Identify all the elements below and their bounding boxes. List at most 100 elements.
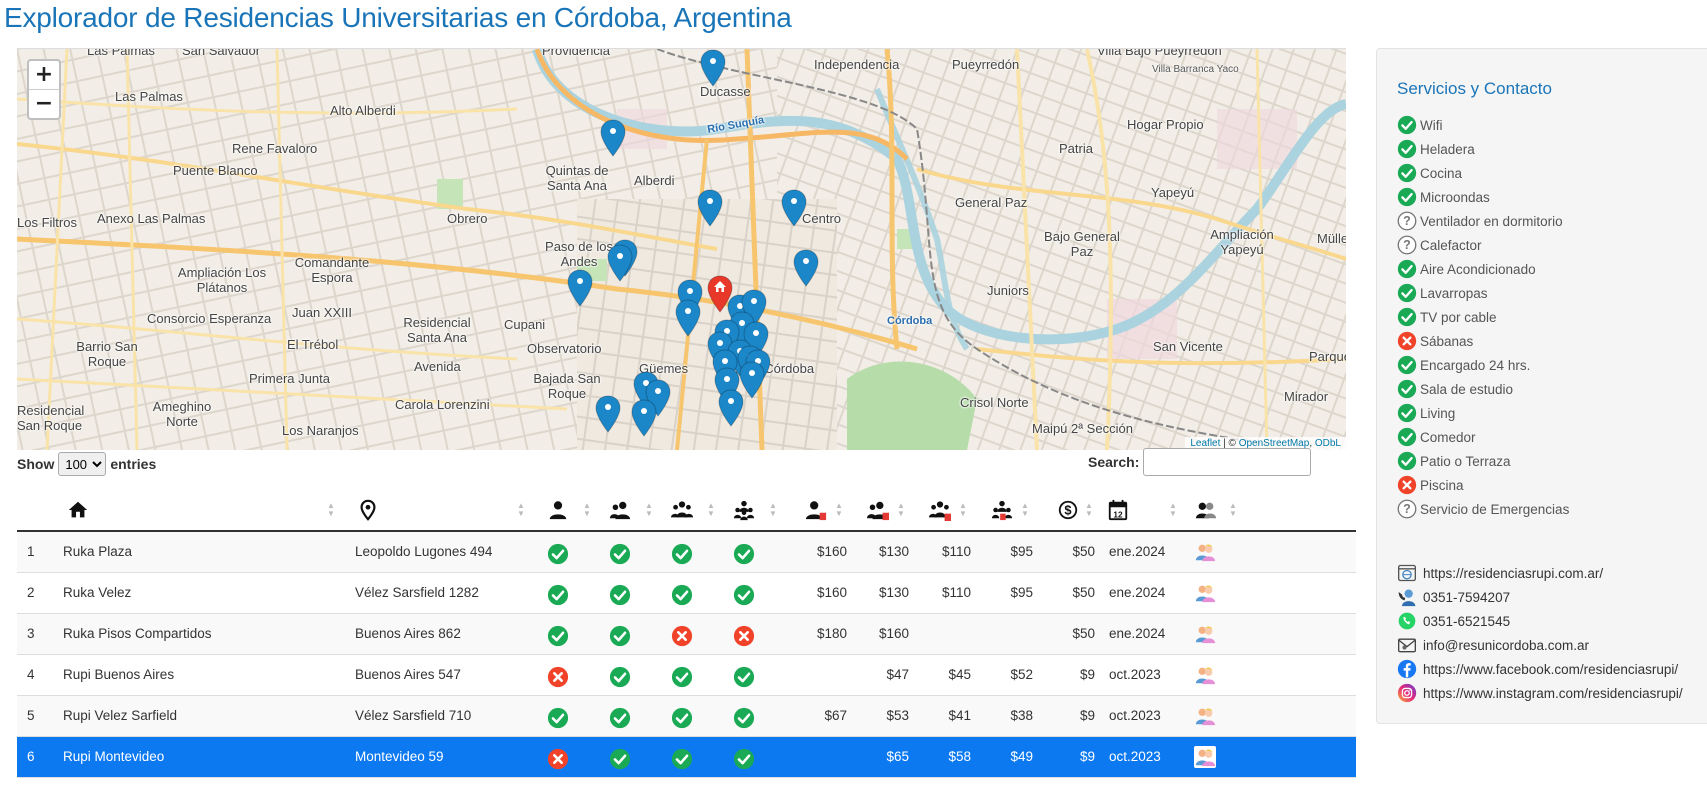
sort-arrows-icon[interactable]: ▲ ▼ xyxy=(327,502,335,520)
price-cell: $110 xyxy=(941,585,971,600)
table-row[interactable]: 5 Rupi Velez Sarfield Vélez Sarsfield 710 $… xyxy=(17,696,1356,737)
location-marker-icon[interactable] xyxy=(700,49,726,87)
sort-arrows-icon[interactable]: ▲ ▼ xyxy=(583,502,591,520)
map-label: Ampliación Yapeyú xyxy=(1210,227,1274,257)
location-marker-icon[interactable] xyxy=(631,399,657,437)
availability-cell xyxy=(671,655,693,695)
availability-cell xyxy=(733,614,755,654)
location-marker-icon[interactable] xyxy=(595,395,621,433)
entries-select[interactable]: 100 xyxy=(58,452,107,476)
location-marker-icon[interactable] xyxy=(675,299,701,337)
header-address[interactable] xyxy=(357,490,379,530)
search-label: Search: xyxy=(1088,454,1140,470)
price-cell: $9 xyxy=(1079,708,1095,723)
table-row[interactable]: 4 Rupi Buenos Aires Buenos Aires 547 $47 $45… xyxy=(17,655,1356,696)
availability-cell xyxy=(733,532,755,572)
header-double[interactable] xyxy=(609,490,631,530)
table-row[interactable]: 3 Ruka Pisos Compartidos Buenos Aires 862 $… xyxy=(17,614,1356,655)
map-tiles[interactable] xyxy=(17,49,1346,450)
availability-cell xyxy=(733,696,755,736)
location-marker-icon[interactable] xyxy=(600,119,626,157)
odbl-link[interactable]: ODbL xyxy=(1315,438,1341,449)
location-marker-icon[interactable] xyxy=(718,389,744,427)
location-marker-icon[interactable] xyxy=(697,189,723,227)
header-price-single[interactable] xyxy=(805,490,827,530)
service-label: Piscina xyxy=(1420,477,1464,493)
header-price-triple[interactable] xyxy=(929,490,951,530)
sort-arrows-icon[interactable]: ▲ ▼ xyxy=(835,502,843,520)
header-triple[interactable] xyxy=(671,490,693,530)
location-marker-icon[interactable] xyxy=(781,189,807,227)
check-icon xyxy=(609,664,631,688)
service-label: Calefactor xyxy=(1420,237,1482,253)
sort-arrows-icon[interactable]: ▲ ▼ xyxy=(645,502,653,520)
service-label: Comedor xyxy=(1420,429,1476,445)
location-marker-icon[interactable] xyxy=(607,244,633,282)
sort-arrows-icon[interactable]: ▲ ▼ xyxy=(1021,502,1029,520)
service-label: Microondas xyxy=(1420,189,1490,205)
contact-text[interactable]: https://residenciasrupi.com.ar/ xyxy=(1423,566,1603,581)
contact-avatar-icon[interactable] xyxy=(1194,582,1216,604)
contact-avatar-icon[interactable] xyxy=(1194,623,1216,645)
sort-arrows-icon[interactable]: ▲ ▼ xyxy=(897,502,905,520)
header-contact[interactable] xyxy=(1195,490,1217,530)
contact-avatar-icon[interactable] xyxy=(1194,664,1216,686)
check-icon xyxy=(609,623,631,647)
price-cell: $95 xyxy=(1010,585,1033,600)
map[interactable]: Las Palmas San Salvador Providencia Inde… xyxy=(17,48,1346,450)
header-updated[interactable]: 12 xyxy=(1107,490,1129,530)
search-input[interactable] xyxy=(1143,448,1312,476)
header-price-quadruple[interactable] xyxy=(991,490,1013,530)
sort-arrows-icon[interactable]: ▲ ▼ xyxy=(517,502,525,520)
service-label: Sala de estudio xyxy=(1420,381,1514,397)
service-label: Cocina xyxy=(1420,165,1463,181)
contact-text[interactable]: 0351-6521545 xyxy=(1423,614,1510,629)
table-row[interactable]: 6 Rupi Montevideo Montevideo 59 $65 $58 $49 $9… xyxy=(17,737,1356,778)
map-label: Comandante Espora xyxy=(294,255,370,285)
sort-arrows-icon[interactable]: ▲ ▼ xyxy=(959,502,967,520)
contact-avatar-icon[interactable] xyxy=(1194,746,1216,768)
updated-date: oct.2023 xyxy=(1109,749,1161,764)
header-name[interactable] xyxy=(67,490,89,530)
sort-arrows-icon[interactable]: ▲ ▼ xyxy=(1169,502,1177,520)
header-price-double[interactable] xyxy=(867,490,889,530)
header-fee[interactable]: $ xyxy=(1057,490,1079,530)
service-item: ? Servicio de Emergencias xyxy=(1397,497,1569,521)
table-row[interactable]: 2 Ruka Velez Vélez Sarsfield 1282 $160 $130 $… xyxy=(17,573,1356,614)
header-single[interactable] xyxy=(547,490,569,530)
contact-item[interactable]: https://www.instagram.com/residenciasrup… xyxy=(1397,681,1683,705)
sort-arrows-icon[interactable]: ▲ ▼ xyxy=(1229,502,1237,520)
residences-table: $ 12 ▲ ▼ ▲ ▼ ▲ ▼ ▲ ▼ ▲ ▼ ▲ ▼ ▲ ▼ ▲ ▼ ▲ ▼ ▲ ▼ ▲ ▼ ▲ ▼… xyxy=(17,490,1356,778)
cross-icon xyxy=(547,664,569,688)
contact-avatar-icon[interactable] xyxy=(1194,541,1216,563)
home-marker-icon[interactable] xyxy=(707,275,733,313)
service-item: ? Ventilador en dormitorio xyxy=(1397,209,1569,233)
contact-item[interactable]: info@resunicordoba.com.ar xyxy=(1397,633,1683,657)
check-icon xyxy=(1397,163,1417,183)
contact-item[interactable]: 0351-6521545 xyxy=(1397,609,1683,633)
contact-item[interactable]: 0351-7594207 xyxy=(1397,585,1683,609)
location-marker-icon[interactable] xyxy=(793,249,819,287)
contact-avatar-icon[interactable] xyxy=(1194,705,1216,727)
contact-text[interactable]: https://www.instagram.com/residenciasrup… xyxy=(1423,686,1683,701)
table-row[interactable]: 1 Ruka Plaza Leopoldo Lugones 494 $160 $130 $… xyxy=(17,532,1356,573)
zoom-out-button[interactable]: − xyxy=(29,89,59,118)
sort-arrows-icon[interactable]: ▲ ▼ xyxy=(707,502,715,520)
map-label: El Trébol xyxy=(287,337,339,352)
contact-text[interactable]: 0351-7594207 xyxy=(1423,590,1510,605)
price-cell: $9 xyxy=(1079,667,1095,682)
sort-arrows-icon[interactable]: ▲ ▼ xyxy=(1085,502,1093,520)
header-quadruple[interactable] xyxy=(733,490,755,530)
check-icon xyxy=(671,582,693,606)
location-marker-icon[interactable] xyxy=(567,269,593,307)
service-label: TV por cable xyxy=(1420,309,1497,325)
contact-text[interactable]: info@resunicordoba.com.ar xyxy=(1423,638,1589,653)
residence-address: Buenos Aires 862 xyxy=(355,626,461,641)
contact-item[interactable]: https://www.facebook.com/residenciasrupi… xyxy=(1397,657,1683,681)
zoom-in-button[interactable]: + xyxy=(29,61,59,89)
sort-arrows-icon[interactable]: ▲ ▼ xyxy=(769,502,777,520)
price-cell: $160 xyxy=(878,626,909,641)
contact-item[interactable]: https://residenciasrupi.com.ar/ xyxy=(1397,561,1683,585)
contact-text[interactable]: https://www.facebook.com/residenciasrupi… xyxy=(1423,662,1678,677)
map-label: Consorcio Esperanza xyxy=(147,311,272,326)
